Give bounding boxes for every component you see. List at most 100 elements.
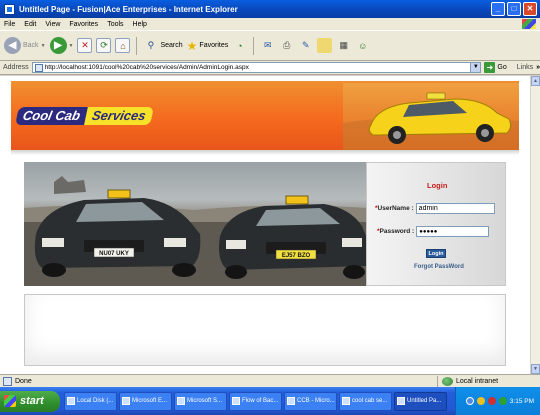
links-button[interactable]: Links bbox=[517, 64, 533, 71]
clock[interactable]: 3:15 PM bbox=[510, 398, 534, 405]
back-arrow-icon: ◀ bbox=[4, 37, 21, 54]
security-icon[interactable] bbox=[476, 397, 485, 405]
toolbar-separator bbox=[136, 36, 138, 55]
address-label: Address bbox=[3, 64, 29, 71]
taskbar-label: Untitled Pa... bbox=[407, 398, 442, 404]
username-label: UserName : bbox=[377, 205, 414, 212]
taskbar: start Local Disk (... Microsoft E... Mic… bbox=[0, 387, 540, 415]
favorites-button[interactable]: ★ Favorites bbox=[187, 39, 229, 53]
site-logo[interactable]: Cool Cab Services bbox=[15, 107, 154, 125]
menu-bar: File Edit View Favorites Tools Help bbox=[0, 18, 540, 30]
username-row: * UserName : bbox=[375, 203, 495, 214]
window-controls: _ □ ✕ bbox=[491, 2, 537, 16]
taskbar-label: cool cab se... bbox=[352, 398, 388, 404]
toolbar-separator bbox=[253, 36, 255, 55]
address-bar: Address http://localhost:1091/cool%20cab… bbox=[0, 61, 540, 75]
intranet-icon bbox=[442, 377, 453, 386]
chevron-right-icon[interactable]: » bbox=[536, 64, 540, 71]
login-title: Login bbox=[427, 181, 448, 190]
zone-label: Local intranet bbox=[456, 378, 499, 385]
edit-icon[interactable]: ✎ bbox=[298, 38, 313, 53]
forgot-password-link[interactable]: Forgot PassWord bbox=[414, 264, 464, 270]
content-panel bbox=[24, 294, 506, 366]
toolbar: ◀ Back ▼ ▶ ▼ ✕ ⟳ ⌂ ⚲ Search ★ Favorites … bbox=[0, 30, 540, 61]
chevron-down-icon[interactable]: ▼ bbox=[41, 43, 46, 49]
taskbar-label: CCB - Micro... bbox=[297, 398, 335, 404]
scroll-up-icon[interactable]: ▲ bbox=[531, 76, 540, 86]
taskbar-buttons: Local Disk (... Microsoft E... Microsoft… bbox=[64, 391, 447, 411]
antivirus-icon[interactable] bbox=[487, 397, 496, 405]
taskbar-label: Local Disk (... bbox=[77, 398, 114, 404]
taskbar-button-untitled[interactable]: Untitled Pa... bbox=[394, 391, 447, 411]
menu-file[interactable]: File bbox=[4, 21, 15, 28]
address-input[interactable]: http://localhost:1091/cool%20cab%20servi… bbox=[31, 62, 482, 73]
minimize-button[interactable]: _ bbox=[491, 2, 505, 16]
window-title-bar: Untitled Page - Fusion|Ace Enterprises -… bbox=[0, 0, 540, 18]
stop-icon[interactable]: ✕ bbox=[77, 38, 93, 53]
taxis-photo: NU07 UKY EJ57 BZO bbox=[24, 162, 366, 286]
taxis-illustration: NU07 UKY EJ57 BZO bbox=[24, 176, 366, 286]
search-icon: ⚲ bbox=[147, 40, 155, 50]
go-label: Go bbox=[497, 64, 507, 71]
home-icon[interactable]: ⌂ bbox=[115, 38, 131, 53]
menu-edit[interactable]: Edit bbox=[24, 21, 36, 28]
username-input[interactable] bbox=[415, 203, 495, 214]
taskbar-button-ccb[interactable]: CCB - Micro... bbox=[284, 391, 337, 411]
page-content: Cool Cab Services NU07 UKY EJ57 BZO Logi… bbox=[0, 76, 530, 374]
window-title: Untitled Page - Fusion|Ace Enterprises -… bbox=[19, 4, 238, 14]
refresh-icon[interactable]: ⟳ bbox=[96, 38, 112, 53]
logo-part-2: Services bbox=[84, 107, 154, 125]
menu-view[interactable]: View bbox=[45, 21, 60, 28]
windows-logo-icon bbox=[4, 395, 16, 407]
site-banner: Cool Cab Services bbox=[11, 81, 519, 150]
history-icon[interactable]: ◔ bbox=[232, 38, 247, 53]
address-url: http://localhost:1091/cool%20cab%20servi… bbox=[44, 64, 249, 71]
app-icon bbox=[287, 397, 295, 405]
system-tray: 3:15 PM bbox=[455, 387, 540, 415]
messenger-icon[interactable]: ☺ bbox=[355, 38, 370, 53]
forward-button[interactable]: ▶ ▼ bbox=[49, 37, 74, 54]
close-button[interactable]: ✕ bbox=[523, 2, 537, 16]
back-label: Back bbox=[23, 42, 39, 49]
taxi-car-image bbox=[343, 83, 519, 150]
chevron-down-icon[interactable]: ▼ bbox=[69, 43, 74, 49]
star-icon: ★ bbox=[186, 38, 198, 53]
status-bar: Done Local intranet bbox=[0, 374, 540, 387]
taskbar-button-microsoft-s[interactable]: Microsoft S... bbox=[174, 391, 227, 411]
maximize-button[interactable]: □ bbox=[507, 2, 521, 16]
banner-shadow bbox=[11, 150, 519, 155]
folder-icon bbox=[67, 397, 75, 405]
taskbar-button-local-disk[interactable]: Local Disk (... bbox=[64, 391, 117, 411]
print-icon[interactable]: ⎙ bbox=[279, 38, 294, 53]
menu-favorites[interactable]: Favorites bbox=[69, 21, 98, 28]
taskbar-button-flow[interactable]: Flow of Bac... bbox=[229, 391, 282, 411]
start-button[interactable]: start bbox=[0, 390, 60, 412]
go-button[interactable]: ➜ Go bbox=[484, 62, 507, 73]
login-panel: Login * UserName : * Password : Login Fo… bbox=[366, 162, 506, 286]
search-label: Search bbox=[160, 42, 183, 49]
taskbar-button-microsoft-e[interactable]: Microsoft E... bbox=[119, 391, 172, 411]
go-arrow-icon: ➜ bbox=[484, 62, 496, 73]
menu-help[interactable]: Help bbox=[133, 21, 147, 28]
favorites-label: Favorites bbox=[199, 42, 229, 49]
back-button[interactable]: ◀ Back ▼ bbox=[4, 37, 46, 54]
vertical-scrollbar[interactable]: ▲ ▼ bbox=[530, 76, 540, 374]
password-input[interactable] bbox=[416, 226, 490, 237]
chevron-down-icon[interactable]: ▼ bbox=[470, 63, 481, 72]
start-label: start bbox=[20, 395, 44, 407]
taskbar-button-cool-cab[interactable]: cool cab se... bbox=[339, 391, 392, 411]
menu-tools[interactable]: Tools bbox=[107, 21, 123, 28]
mail-icon[interactable]: ✉ bbox=[260, 38, 275, 53]
plate-right: EJ57 BZO bbox=[282, 253, 311, 259]
scroll-down-icon[interactable]: ▼ bbox=[531, 364, 540, 374]
research-icon[interactable]: ▦ bbox=[336, 38, 351, 53]
update-icon[interactable] bbox=[498, 397, 507, 405]
app-icon bbox=[122, 397, 130, 405]
app-icon bbox=[232, 397, 240, 405]
taskbar-label: Flow of Bac... bbox=[242, 398, 279, 404]
folder-icon[interactable] bbox=[317, 38, 333, 53]
security-zone: Local intranet bbox=[437, 376, 498, 387]
network-icon[interactable] bbox=[465, 397, 474, 405]
login-button[interactable]: Login bbox=[426, 249, 446, 258]
search-button[interactable]: ⚲ Search bbox=[143, 38, 183, 53]
